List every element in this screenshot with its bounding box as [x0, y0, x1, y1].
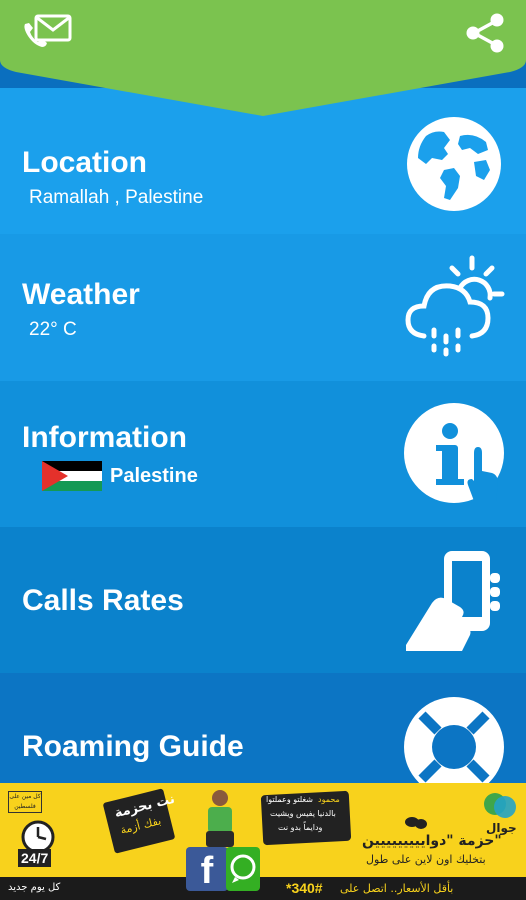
information-country: Palestine: [110, 465, 198, 487]
whatsapp-icon: [226, 847, 260, 891]
globe-icon: [404, 114, 504, 214]
chat-bubbles-icon: [404, 815, 428, 831]
ad-bubble-right-name: محمود: [318, 795, 340, 804]
ad-bubble-right-line3: ودايماً بدو نت: [278, 823, 323, 832]
lifebuoy-icon: [402, 695, 506, 783]
weather-value: 22° C: [29, 319, 77, 340]
palestine-flag-icon: [42, 461, 102, 491]
ad-person-figure: [200, 789, 240, 851]
jawwal-logo-icon: [482, 791, 518, 821]
ad-box-logo: كل مين على فلسطين: [8, 791, 42, 813]
ad-bubble-right-line2: بالدنيا يفيس ويشيت: [270, 809, 336, 818]
ad-tag-small: كل يوم جديد: [8, 882, 61, 893]
app-header: [0, 0, 526, 116]
ad-brand: جوال: [486, 821, 517, 835]
ad-subline: بتخليك اون لاين على طول: [366, 853, 486, 866]
location-title: Location: [22, 146, 147, 179]
weather-row[interactable]: Weather 22° C: [0, 234, 526, 381]
phone-in-hand-icon: [402, 547, 506, 657]
facebook-icon: f: [186, 847, 228, 892]
weather-title: Weather: [22, 278, 140, 311]
ad-bubble-right-line1: شغلتو وعملتوا: [266, 795, 313, 804]
ad-bottom-text: بأقل الأسعار.. اتصل على: [340, 882, 454, 895]
information-title: Information: [22, 421, 187, 454]
roaming-guide-title: Roaming Guide: [22, 730, 244, 763]
ad-hours: 24/7: [18, 849, 52, 867]
message-envelope-icon[interactable]: [22, 12, 74, 50]
ad-headline: حزمة "دواييييييييين": [362, 833, 502, 849]
location-value: Ramallah , Palestine: [29, 187, 204, 208]
ad-banner[interactable]: كل مين على فلسطين 24/7 كل يوم جديد نت بح…: [0, 783, 526, 900]
calls-rates-row[interactable]: Calls Rates: [0, 527, 526, 673]
ad-code: *340#: [286, 880, 323, 896]
weather-cloud-sun-rain-icon: [402, 254, 506, 358]
roaming-guide-row[interactable]: Roaming Guide: [0, 673, 526, 783]
share-icon[interactable]: [464, 12, 506, 54]
calls-rates-title: Calls Rates: [22, 584, 184, 617]
info-touch-icon: [402, 401, 506, 505]
information-row[interactable]: Information Palestine: [0, 381, 526, 527]
